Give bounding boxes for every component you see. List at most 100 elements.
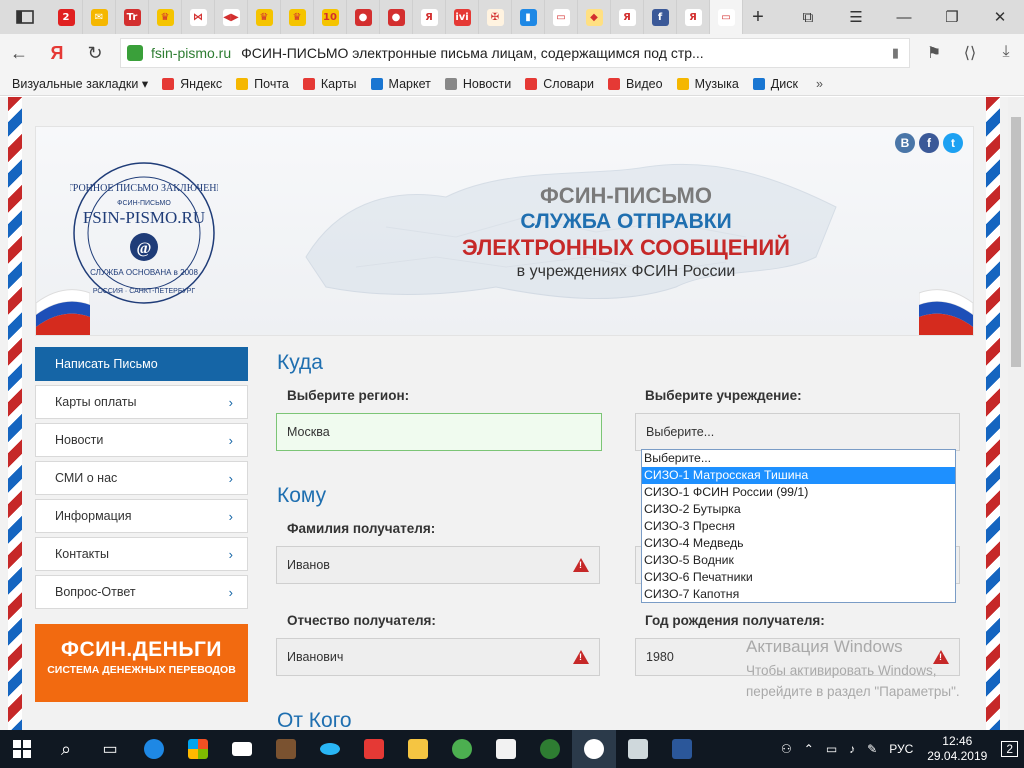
bookmarks-more-button[interactable]: »: [816, 77, 823, 91]
sidebar-item[interactable]: Написать Письмо: [35, 347, 248, 381]
browser-tab[interactable]: ◆: [578, 0, 611, 34]
close-button[interactable]: ✕: [976, 0, 1024, 34]
dropdown-option[interactable]: Выберите...: [642, 450, 955, 467]
clock[interactable]: 12:46 29.04.2019: [927, 734, 987, 764]
start-button[interactable]: [0, 730, 44, 768]
yandex-browser-icon[interactable]: [572, 730, 616, 768]
browser-tab[interactable]: ♛: [149, 0, 182, 34]
bookmark-item[interactable]: Почта: [236, 76, 289, 91]
mail-icon[interactable]: [220, 730, 264, 768]
browser-tab[interactable]: ▮: [512, 0, 545, 34]
fsin-money-banner[interactable]: ФСИН.ДЕНЬГИ СИСТЕМА ДЕНЕЖНЫХ ПЕРЕВОДОВ: [35, 624, 248, 702]
people-icon[interactable]: ⚇: [781, 742, 792, 756]
minimize-button[interactable]: —: [880, 0, 928, 34]
language-indicator[interactable]: РУС: [889, 742, 913, 756]
devtools-icon[interactable]: ⟨⟩: [952, 43, 988, 63]
bookmark-item[interactable]: Музыка: [676, 76, 739, 91]
dropdown-option[interactable]: СИЗО-6 Печатники: [642, 569, 955, 586]
back-button[interactable]: ←: [0, 43, 38, 64]
photos-icon[interactable]: [616, 730, 660, 768]
bookmark-item[interactable]: Карты: [302, 76, 357, 91]
bookmark-item[interactable]: Визуальные закладки ▾: [12, 76, 148, 91]
region-value: Москва: [287, 425, 330, 439]
bookmark-item[interactable]: Видео: [608, 76, 663, 91]
app-green-icon[interactable]: [528, 730, 572, 768]
sidebar-item[interactable]: Новости ›: [35, 423, 248, 457]
region-select[interactable]: Москва: [276, 413, 602, 451]
edge-icon[interactable]: [132, 730, 176, 768]
browser-tab[interactable]: Я: [413, 0, 446, 34]
restore-button[interactable]: ❐: [928, 0, 976, 34]
browser-tab[interactable]: 10: [314, 0, 347, 34]
url-field[interactable]: fsin-pismo.ru ФСИН-ПИСЬМО электронные пи…: [120, 38, 910, 68]
tab-opera-icon: 2: [57, 8, 75, 26]
new-tab-button[interactable]: +: [743, 6, 773, 29]
dropdown-option[interactable]: СИЗО-5 Водник: [642, 552, 955, 569]
sidebar-item[interactable]: Карты оплаты ›: [35, 385, 248, 419]
browser-tab[interactable]: Tr: [116, 0, 149, 34]
browser-tab[interactable]: Я: [611, 0, 644, 34]
page-scrollbar[interactable]: [1008, 97, 1024, 730]
twitter-icon[interactable]: t: [943, 133, 963, 153]
sidebar-item[interactable]: Контакты ›: [35, 537, 248, 571]
sidebar-item[interactable]: Вопрос-Ответ ›: [35, 575, 248, 609]
minecraft-icon[interactable]: [264, 730, 308, 768]
bookmark-icon[interactable]: ▮: [892, 45, 899, 61]
reload-button[interactable]: ↻: [76, 43, 114, 64]
notifications-badge[interactable]: 2: [1001, 741, 1018, 757]
dropdown-option[interactable]: СИЗО-3 Пресня: [642, 518, 955, 535]
download-icon[interactable]: ⤓: [988, 43, 1024, 63]
bookmark-item[interactable]: Словари: [525, 76, 594, 91]
search-icon[interactable]: ⌕: [44, 730, 88, 768]
volume-icon[interactable]: ♪: [849, 742, 855, 756]
browser-tab[interactable]: ♛: [281, 0, 314, 34]
browser-tab[interactable]: ✠: [479, 0, 512, 34]
task-view-icon[interactable]: ▭: [88, 730, 132, 768]
browser-tab[interactable]: ▭: [710, 0, 743, 34]
pen-icon[interactable]: ✎: [867, 742, 877, 756]
dropdown-option[interactable]: СИЗО-2 Бутырка: [642, 501, 955, 518]
dropdown-option[interactable]: СИЗО-1 Матросская Тишина: [642, 467, 955, 484]
institution-dropdown-list[interactable]: Выберите... СИЗО-1 Матросская Тишина СИЗО-…: [641, 449, 956, 603]
browser-tab[interactable]: ●: [347, 0, 380, 34]
chess-icon[interactable]: [440, 730, 484, 768]
vk-icon[interactable]: B: [895, 133, 915, 153]
store-icon[interactable]: [176, 730, 220, 768]
browser-tab[interactable]: ⋈: [182, 0, 215, 34]
browser-tab[interactable]: ▭: [545, 0, 578, 34]
browser-tab[interactable]: ♛: [248, 0, 281, 34]
browser-tab[interactable]: ✉: [83, 0, 116, 34]
bookmark-item[interactable]: Диск: [752, 76, 798, 91]
institution-select[interactable]: Выберите...: [635, 413, 960, 451]
word-icon[interactable]: [660, 730, 704, 768]
menu-icon[interactable]: ☰: [832, 0, 880, 34]
excel-icon[interactable]: [484, 730, 528, 768]
browser-tab[interactable]: 2: [50, 0, 83, 34]
network-icon[interactable]: ▭: [826, 742, 837, 756]
browser-tab[interactable]: Я: [677, 0, 710, 34]
facebook-icon[interactable]: f: [919, 133, 939, 153]
surname-field[interactable]: Иванов !: [276, 546, 600, 584]
dropdown-option[interactable]: СИЗО-1 ФСИН России (99/1): [642, 484, 955, 501]
sidebar-item[interactable]: Информация ›: [35, 499, 248, 533]
dropdown-option[interactable]: СИЗО-4 Медведь: [642, 535, 955, 552]
tray-chevron-icon[interactable]: ⌃: [804, 742, 814, 756]
dropdown-option[interactable]: СИЗО-7 Капотня: [642, 586, 955, 603]
yandex-home-icon[interactable]: Я: [38, 43, 76, 64]
tabs-menu-icon[interactable]: [0, 0, 50, 34]
browser-tab[interactable]: ◀▶: [215, 0, 248, 34]
collections-icon[interactable]: ⧉: [784, 0, 832, 34]
sidebar-item[interactable]: СМИ о нас ›: [35, 461, 248, 495]
browser-tab[interactable]: ivi: [446, 0, 479, 34]
bookmark-item[interactable]: Яндекс: [162, 76, 222, 91]
translate-icon[interactable]: ⚑: [916, 43, 952, 63]
explorer-icon[interactable]: [396, 730, 440, 768]
bookmark-item[interactable]: Новости: [444, 76, 511, 91]
patronymic-field[interactable]: Иванович !: [276, 638, 600, 676]
browser-tab[interactable]: f: [644, 0, 677, 34]
browser-tab[interactable]: ●: [380, 0, 413, 34]
yandex-app-icon[interactable]: [352, 730, 396, 768]
bookmark-item[interactable]: Маркет: [370, 76, 431, 91]
app-icon[interactable]: [308, 730, 352, 768]
scrollbar-thumb[interactable]: [1011, 117, 1021, 367]
